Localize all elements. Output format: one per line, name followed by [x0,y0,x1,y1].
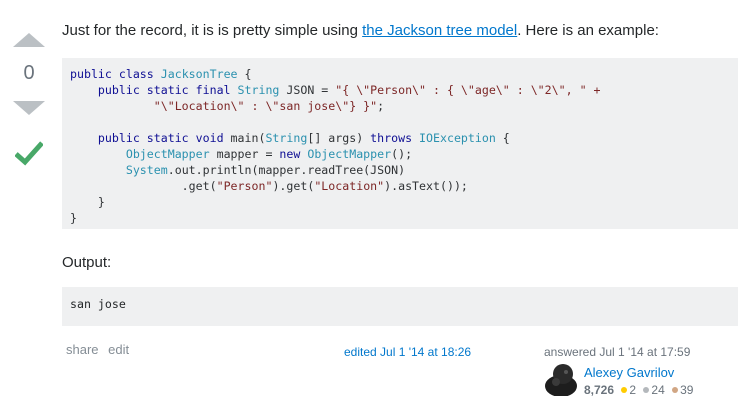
accepted-checkmark-icon [15,141,43,166]
post-menu: share edit [66,342,135,357]
answer-intro: Just for the record, it is is pretty sim… [62,22,659,39]
intro-text-end: . Here is an example: [517,22,659,39]
user-name-link[interactable]: Alexey Gavrilov [584,365,674,380]
upvote-arrow-icon[interactable] [13,33,45,47]
user-reputation: 8,726 2 24 39 [584,383,693,397]
gold-badge-count: 2 [629,383,637,397]
output-code-block: san jose [62,287,738,326]
edited-timestamp-link[interactable]: edited Jul 1 '14 at 18:26 [344,345,471,359]
downvote-arrow-icon[interactable] [13,101,45,115]
output-label: Output: [62,254,112,271]
bronze-badge-icon [672,387,679,393]
reputation-score: 8,726 [584,383,615,397]
edit-link[interactable]: edit [108,342,129,357]
silver-badge-count: 24 [651,383,665,397]
vote-count: 0 [23,62,35,84]
intro-text: Just for the record, it is is pretty sim… [62,22,363,39]
share-link[interactable]: share [66,342,99,357]
code-block: public class JacksonTree { public static… [62,58,738,229]
user-avatar[interactable] [544,362,578,396]
jackson-tree-model-link[interactable]: the Jackson tree model [362,22,517,39]
gold-badge-icon [621,387,628,393]
answered-timestamp: answered Jul 1 '14 at 17:59 [544,345,691,359]
bronze-badge-count: 39 [680,383,694,397]
silver-badge-icon [643,387,650,393]
